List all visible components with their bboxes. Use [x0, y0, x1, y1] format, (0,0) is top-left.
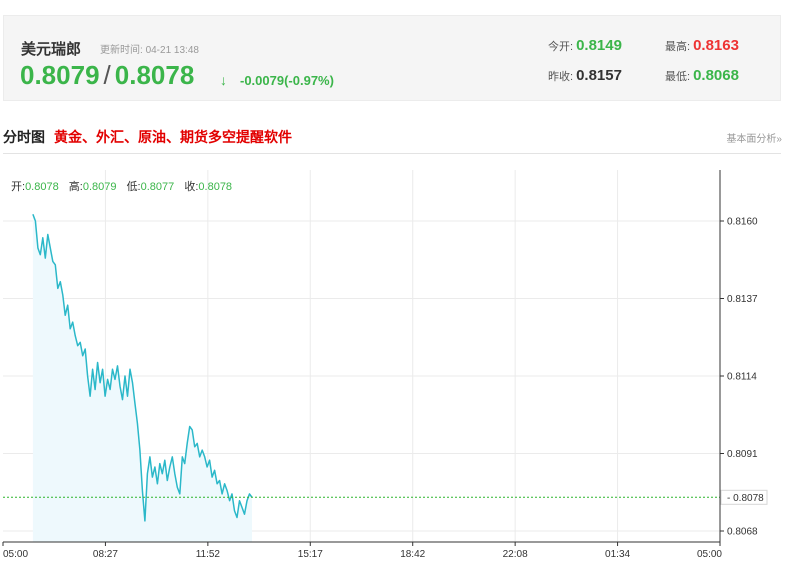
x-tick-label: 18:42 — [400, 549, 425, 560]
x-tick-label: 05:00 — [697, 549, 722, 560]
ohlc-readout: 开:0.8078 高:0.8079 低:0.8077 收:0.8078 — [11, 181, 233, 193]
ohlc-low: 0.8077 — [140, 181, 175, 193]
ohlc-open: 0.8078 — [25, 181, 59, 193]
x-tick-label: 15:17 — [298, 549, 323, 560]
x-tick-label: 01:34 — [605, 549, 630, 560]
x-tick-label: 11:52 — [196, 549, 221, 560]
ohlc-close: 0.8078 — [198, 181, 233, 193]
y-tick-label: 0.8068 — [727, 527, 758, 538]
y-tick-label: 0.8160 — [727, 217, 758, 228]
current-price-label: - 0.8078 — [727, 493, 764, 504]
ohlc-high: 0.8079 — [82, 181, 117, 193]
x-tick-label: 05:00 — [3, 549, 28, 560]
intraday-chart: 0.8160 0.8137 0.8114 0.8091 0.8068 05:00 08:2… — [2, 170, 768, 560]
y-tick-label: 0.8114 — [727, 372, 757, 383]
y-tick-label: 0.8091 — [727, 449, 758, 460]
x-tick-label: 22:08 — [503, 549, 528, 560]
y-tick-label: 0.8137 — [727, 294, 758, 305]
x-tick-label: 08:27 — [93, 549, 118, 560]
